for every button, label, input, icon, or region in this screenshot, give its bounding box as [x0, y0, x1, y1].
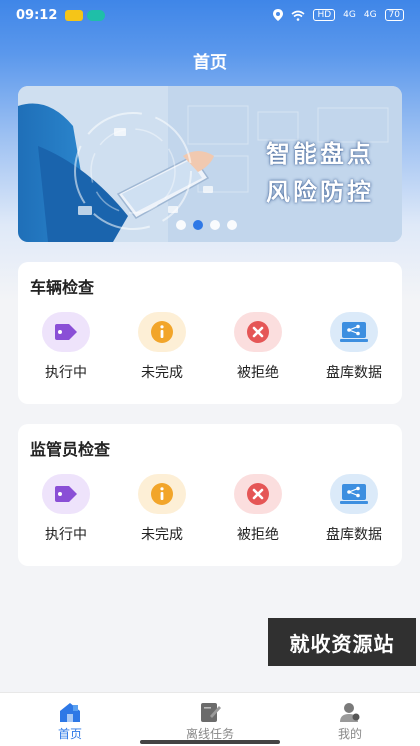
signal-label-2: 4G — [363, 10, 377, 20]
tab-offline-tasks[interactable]: 离线任务 — [140, 693, 280, 746]
item-label: 被拒绝 — [237, 527, 279, 543]
notification-badge-icon — [65, 9, 84, 21]
bottom-tab-bar: 首页 离线任务 我的 — [0, 692, 420, 746]
location-icon — [273, 9, 284, 21]
vehicle-incomplete-button[interactable]: 未完成 — [114, 312, 210, 382]
supervisor-incomplete-button[interactable]: 未完成 — [114, 474, 210, 544]
status-bar: 09:12 HD 4G 4G 70 — [0, 0, 420, 30]
tab-label: 首页 — [57, 727, 82, 741]
supervisor-in-progress-button[interactable]: 执行中 — [18, 474, 114, 544]
tag-icon — [42, 474, 90, 514]
tab-mine[interactable]: 我的 — [280, 693, 420, 746]
supervisor-check-title: 监管员检查 — [30, 440, 111, 459]
hd-badge: HD — [313, 9, 336, 21]
supervisor-check-card: 监管员检查 执行中 未完成 被拒绝 盘库数据 — [18, 424, 402, 566]
supervisor-inventory-data-button[interactable]: 盘库数据 — [306, 474, 402, 544]
banner-carousel[interactable]: 智能盘点 风险防控 — [18, 86, 402, 242]
supervisor-rejected-button[interactable]: 被拒绝 — [210, 474, 306, 544]
tab-label: 我的 — [337, 727, 362, 741]
message-badge-icon — [87, 9, 106, 21]
item-label: 未完成 — [141, 527, 183, 543]
vehicle-rejected-button[interactable]: 被拒绝 — [210, 312, 306, 382]
vehicle-in-progress-button[interactable]: 执行中 — [18, 312, 114, 382]
info-icon — [138, 312, 186, 352]
vehicle-check-card: 车辆检查 执行中 未完成 被拒绝 盘库数据 — [18, 262, 402, 404]
wifi-icon — [291, 10, 305, 21]
close-icon — [234, 312, 282, 352]
item-label: 被拒绝 — [237, 365, 279, 381]
info-icon — [138, 474, 186, 514]
close-icon — [234, 474, 282, 514]
signal-label-1: 4G — [343, 10, 356, 20]
monitor-share-icon — [330, 474, 378, 514]
status-right: HD 4G 4G 70 — [273, 9, 404, 21]
item-label: 盘库数据 — [326, 527, 382, 543]
item-label: 盘库数据 — [326, 365, 382, 381]
carousel-dot-active[interactable] — [193, 220, 203, 230]
tab-home[interactable]: 首页 — [0, 693, 140, 746]
battery-icon: 70 — [384, 9, 404, 21]
status-time: 09:12 — [16, 7, 58, 23]
supervisor-check-grid: 执行中 未完成 被拒绝 盘库数据 — [18, 474, 402, 544]
carousel-dot[interactable] — [227, 220, 237, 230]
page-title: 首页 — [193, 53, 227, 73]
item-label: 未完成 — [141, 365, 183, 381]
notebook-icon — [201, 703, 221, 722]
banner-line-1: 智能盘点 — [266, 140, 374, 168]
watermark: 就收资源站 — [268, 618, 416, 666]
home-indicator[interactable] — [140, 740, 280, 744]
monitor-share-icon — [330, 312, 378, 352]
carousel-dots — [176, 220, 237, 230]
carousel-dot[interactable] — [210, 220, 220, 230]
item-label: 执行中 — [45, 365, 87, 381]
item-label: 执行中 — [45, 527, 87, 543]
tag-icon — [42, 312, 90, 352]
vehicle-check-grid: 执行中 未完成 被拒绝 盘库数据 — [18, 312, 402, 382]
banner-line-2: 风险防控 — [266, 178, 374, 206]
user-icon — [340, 703, 360, 722]
vehicle-check-title: 车辆检查 — [30, 278, 95, 297]
vehicle-inventory-data-button[interactable]: 盘库数据 — [306, 312, 402, 382]
carousel-dot[interactable] — [176, 220, 186, 230]
home-icon — [60, 703, 80, 722]
